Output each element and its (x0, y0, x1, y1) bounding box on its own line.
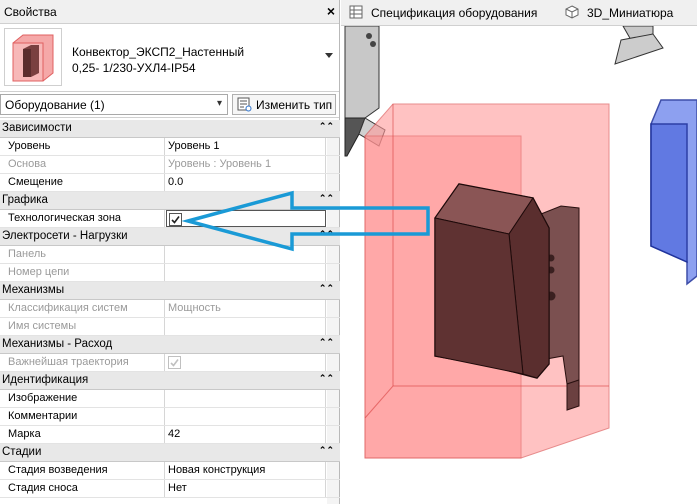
property-label: Основа (0, 156, 165, 173)
group-label: Механизмы - Расход (2, 338, 113, 350)
property-label: Номер цепи (0, 264, 165, 281)
property-row: Номер цепи (0, 264, 340, 282)
type-name-line1: Конвектор_ЭКСП2_Настенный (72, 45, 245, 59)
property-value: Мощность (166, 300, 326, 317)
collapse-group-icon[interactable]: ⌃⌃ (319, 193, 334, 204)
property-row: Уровень Уровень 1 (0, 138, 340, 156)
property-row: Марка 42 (0, 426, 340, 444)
tab-label: Спецификация оборудования (371, 6, 538, 20)
type-selector[interactable]: Конвектор_ЭКСП2_Настенный 0,25- 1/230-УХ… (0, 24, 339, 92)
collapse-group-icon[interactable]: ⌃⌃ (319, 283, 334, 294)
properties-grid: Зависимости ⌃⌃ Уровень Уровень 1 Основа Урове… (0, 120, 340, 504)
collapse-group-icon[interactable]: ⌃⌃ (319, 337, 334, 348)
property-label: Стадия возведения (0, 462, 165, 479)
properties-title: Свойства (4, 5, 57, 19)
property-label: Панель (0, 246, 165, 263)
group-label: Графика (2, 194, 48, 206)
property-value[interactable]: Уровень 1 (166, 138, 326, 155)
property-row: Стадия возведения Новая конструкция (0, 462, 340, 480)
property-group-header[interactable]: Электросети - Нагрузки ⌃⌃ (0, 228, 340, 246)
checkmark-icon (170, 359, 179, 367)
property-label: Имя системы (0, 318, 165, 335)
edit-type-icon (237, 97, 252, 112)
collapse-group-icon[interactable]: ⌃⌃ (319, 121, 334, 132)
collapse-group-icon[interactable]: ⌃⌃ (319, 229, 334, 240)
property-value[interactable]: Нет (166, 480, 326, 497)
collapse-group-icon[interactable]: ⌃⌃ (319, 445, 334, 456)
wall-bracket-top-right (614, 26, 664, 65)
schedule-icon (349, 5, 363, 19)
property-label: Важнейшая траектория (0, 354, 165, 371)
property-row: Стадия сноса Нет (0, 480, 340, 498)
property-label: Уровень (0, 138, 165, 155)
edit-type-label: Изменить тип (256, 98, 333, 112)
property-row: Смещение 0.0 (0, 174, 340, 192)
property-value (166, 354, 326, 371)
property-value[interactable]: 42 (166, 426, 326, 443)
collapse-group-icon[interactable]: ⌃⌃ (319, 373, 334, 384)
view-area: Спецификация оборудования 3D_Миниатюра (341, 0, 697, 504)
neighbor-equipment-blue (650, 99, 697, 286)
group-label: Электросети - Нагрузки (2, 230, 128, 242)
property-row: Изображение (0, 390, 340, 408)
property-row: Основа Уровень : Уровень 1 (0, 156, 340, 174)
property-group-header[interactable]: Графика ⌃⌃ (0, 192, 340, 210)
family-thumbnail (4, 28, 62, 86)
instance-filter-select[interactable]: Оборудование (1) ▾ (0, 94, 228, 115)
convector-device (434, 183, 550, 379)
property-group-header[interactable]: Стадии ⌃⌃ (0, 444, 340, 462)
chevron-down-icon: ▾ (216, 98, 222, 109)
type-dropdown-arrow-icon[interactable] (325, 53, 333, 58)
instance-filter-row: Оборудование (1) ▾ Изменить тип (0, 92, 339, 118)
property-label: Технологическая зона (0, 210, 165, 227)
property-value[interactable] (166, 210, 326, 227)
property-label: Комментарии (0, 408, 165, 425)
property-value (166, 264, 326, 281)
group-label: Стадии (2, 446, 42, 458)
property-row: Панель (0, 246, 340, 264)
property-row: Важнейшая траектория (0, 354, 340, 372)
property-group-header[interactable]: Зависимости ⌃⌃ (0, 120, 340, 138)
type-name-line2: 0,25- 1/230-УХЛ4-IP54 (72, 61, 196, 75)
property-row: Классификация систем Мощность (0, 300, 340, 318)
property-value[interactable]: Новая конструкция (166, 462, 326, 479)
property-value[interactable] (166, 390, 326, 407)
checkbox (168, 356, 181, 369)
property-group-header[interactable]: Идентификация ⌃⌃ (0, 372, 340, 390)
property-group-header[interactable]: Механизмы ⌃⌃ (0, 282, 340, 300)
checkmark-icon (171, 216, 180, 224)
properties-panel: Свойства × Конвектор_ЭКСП2_Настенный 0,2… (0, 0, 340, 504)
3d-view-icon (565, 5, 579, 19)
property-row: Имя системы (0, 318, 340, 336)
property-row: Комментарии (0, 408, 340, 426)
property-label: Классификация систем (0, 300, 165, 317)
property-label: Изображение (0, 390, 165, 407)
property-label: Марка (0, 426, 165, 443)
group-label: Механизмы (2, 284, 65, 296)
property-label: Смещение (0, 174, 165, 191)
3d-model-view[interactable] (341, 26, 697, 504)
property-value (166, 318, 326, 335)
group-label: Идентификация (2, 374, 89, 386)
property-value: Уровень : Уровень 1 (166, 156, 326, 173)
property-value[interactable]: 0.0 (166, 174, 326, 191)
group-label: Зависимости (2, 122, 72, 134)
close-icon[interactable]: × (327, 3, 335, 19)
properties-header: Свойства × (0, 0, 339, 24)
property-row: Технологическая зона (0, 210, 340, 228)
edit-type-button[interactable]: Изменить тип (232, 94, 336, 115)
property-group-header[interactable]: Механизмы - Расход ⌃⌃ (0, 336, 340, 354)
view-tabbar: Спецификация оборудования 3D_Миниатюра (341, 0, 697, 26)
checkbox[interactable] (169, 213, 182, 226)
tab-label: 3D_Миниатюра (587, 6, 674, 20)
instance-filter-value: Оборудование (1) (5, 98, 105, 112)
property-value (166, 246, 326, 263)
property-value[interactable] (166, 408, 326, 425)
property-label: Стадия сноса (0, 480, 165, 497)
